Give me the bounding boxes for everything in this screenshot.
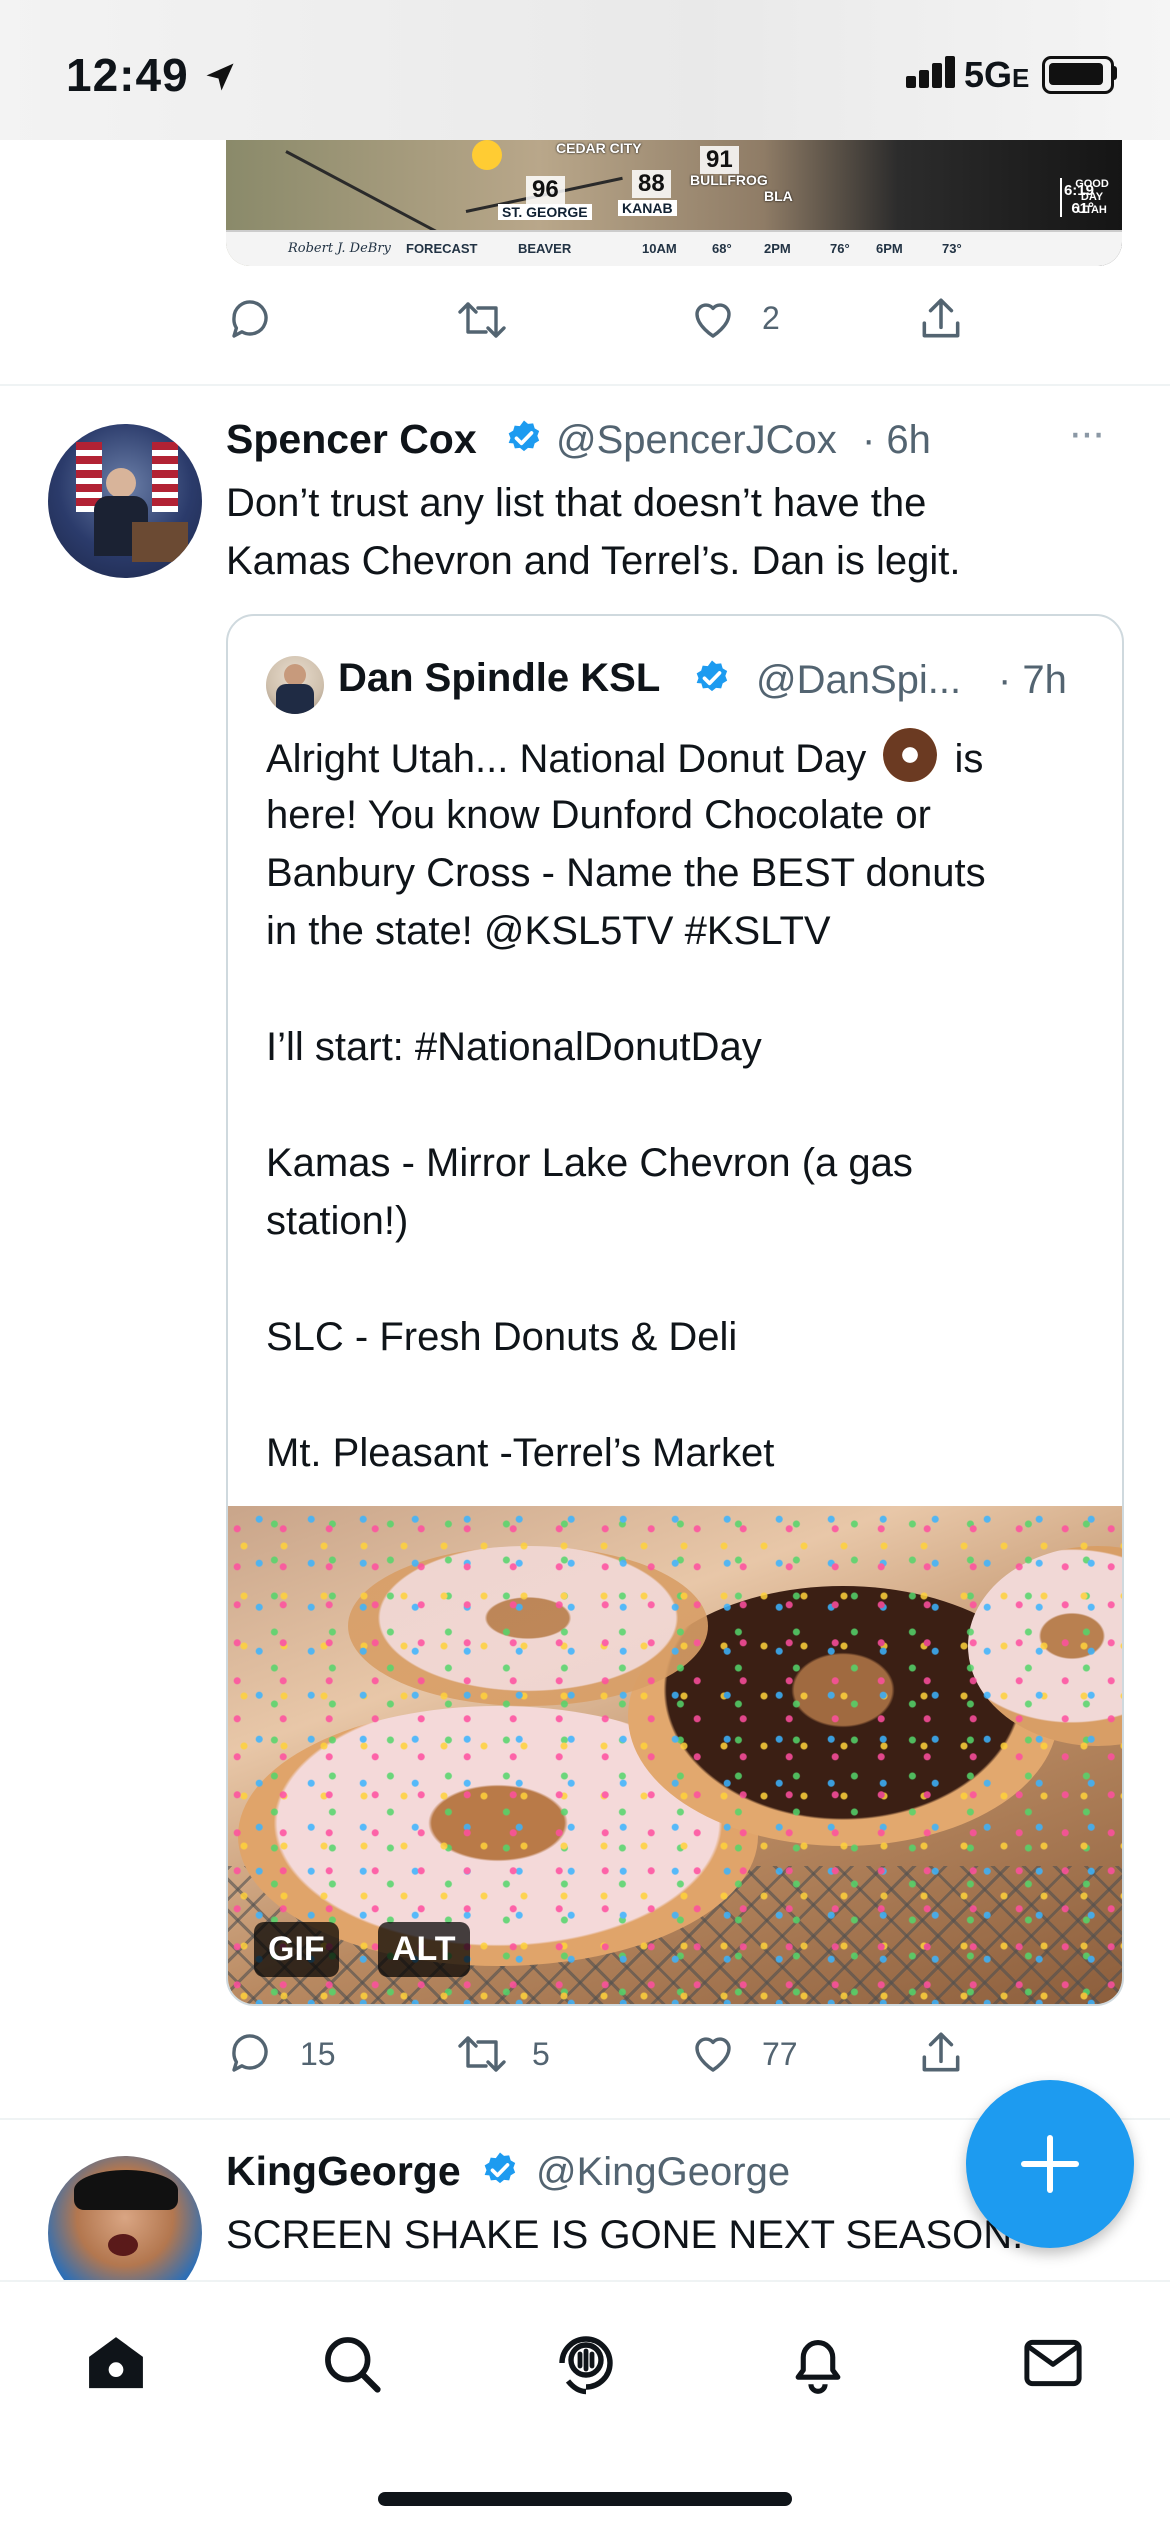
author-name[interactable]: KingGeorge xyxy=(226,2148,461,2195)
gif-badge: GIF xyxy=(254,1922,339,1977)
reply-icon[interactable] xyxy=(226,2030,274,2078)
divider xyxy=(0,384,1170,386)
quote-text-first-line: Alright Utah... National Donut Day is xyxy=(266,728,1096,788)
more-icon[interactable]: ··· xyxy=(1068,408,1106,458)
tweet-text: Don’t trust any list that doesn’t have t… xyxy=(226,481,961,583)
spaces-icon[interactable] xyxy=(550,2326,622,2400)
quote-author-name[interactable]: Dan Spindle KSL xyxy=(338,656,660,701)
reply-icon[interactable] xyxy=(226,296,274,344)
signal-icon xyxy=(906,56,955,88)
reply-count: 15 xyxy=(300,2036,336,2072)
status-bar: 12:49 5GE xyxy=(0,0,1170,140)
share-icon[interactable] xyxy=(916,2028,966,2078)
avatar[interactable] xyxy=(48,424,202,578)
location-arrow-icon xyxy=(206,63,234,91)
quote-author-handle[interactable]: @DanSpi... xyxy=(756,658,961,703)
search-icon[interactable] xyxy=(318,2330,386,2398)
donut-gif[interactable]: GIF ALT xyxy=(228,1506,1122,2004)
quote-text: here! You know Dunford Chocolate or Banb… xyxy=(266,793,986,1475)
home-indicator xyxy=(378,2492,792,2506)
donut-emoji-icon xyxy=(883,728,938,782)
verified-badge-icon xyxy=(696,660,728,692)
network-label: 5GE xyxy=(964,54,1030,95)
like-count: 2 xyxy=(762,300,780,336)
retweet-icon[interactable] xyxy=(456,2030,508,2078)
retweet-count: 5 xyxy=(532,2036,550,2072)
author-handle[interactable]: @KingGeorge xyxy=(536,2150,790,2195)
tweet-text: SCREEN SHAKE IS GONE NEXT SEASON. xyxy=(226,2213,1024,2257)
like-count: 77 xyxy=(762,2036,798,2072)
home-icon[interactable] xyxy=(82,2330,150,2398)
verified-badge-icon xyxy=(484,2152,516,2184)
messages-icon[interactable] xyxy=(1018,2330,1088,2396)
like-icon[interactable] xyxy=(688,2030,738,2078)
status-time: 12:49 xyxy=(66,48,238,102)
avatar[interactable] xyxy=(48,2156,202,2280)
forecast-bar: Robert J. DeBry FORECAST BEAVER 10AM 68°… xyxy=(226,230,1122,266)
author-handle[interactable]: @SpencerJCox xyxy=(556,418,837,463)
like-icon[interactable] xyxy=(688,296,738,344)
verified-badge-icon xyxy=(508,420,540,452)
quoted-tweet[interactable]: Dan Spindle KSL @DanSpi... · 7h Alright … xyxy=(226,614,1124,2006)
battery-icon xyxy=(1042,56,1114,94)
alt-badge[interactable]: ALT xyxy=(378,1922,470,1977)
show-logo: GOOD DAY UTAH xyxy=(1060,178,1122,217)
quote-avatar[interactable] xyxy=(266,656,324,714)
author-name[interactable]: Spencer Cox xyxy=(226,416,477,463)
sun-icon xyxy=(472,140,502,170)
share-icon[interactable] xyxy=(916,294,966,344)
quote-time: · 7h xyxy=(998,658,1067,702)
compose-tweet-button[interactable] xyxy=(966,2080,1134,2248)
weather-media[interactable]: CEDAR CITY 96 ST. GEORGE 88 KANAB 91 BUL… xyxy=(226,140,1122,266)
tweet-time: · 6h xyxy=(862,418,931,462)
retweet-icon[interactable] xyxy=(456,296,508,344)
notifications-icon[interactable] xyxy=(784,2328,852,2398)
